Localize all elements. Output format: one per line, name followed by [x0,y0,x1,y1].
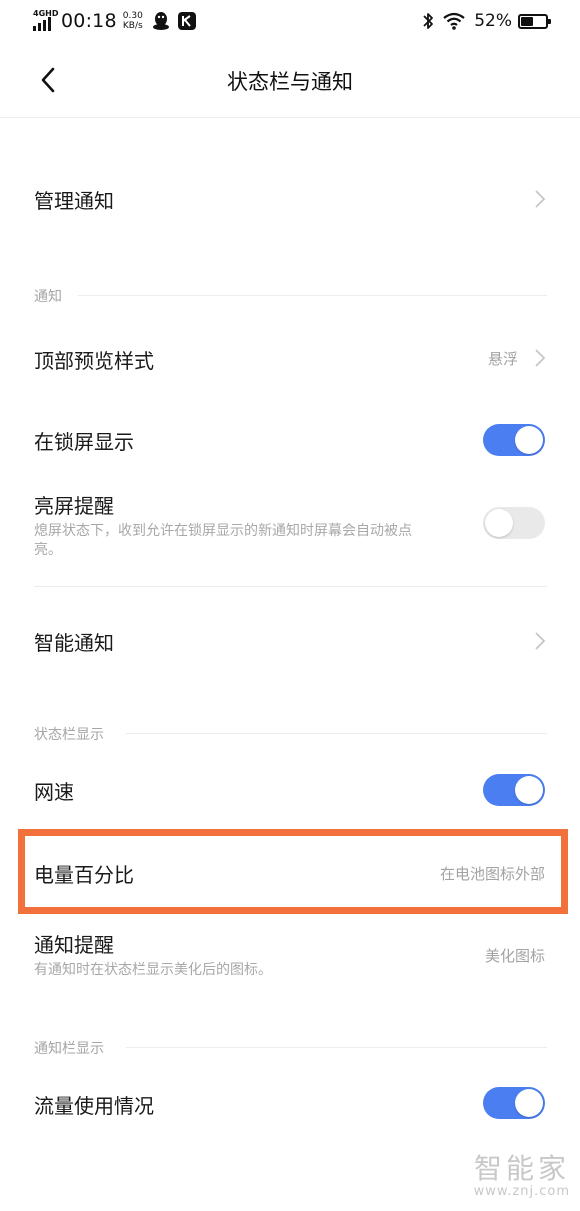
data-usage-row: 流量使用情况 [0,1064,580,1142]
page-header: 状态栏与通知 [0,40,580,118]
network-speed-row: 网速 [0,750,580,828]
network-speed-indicator: 0.30 KB/s [123,11,143,31]
chevron-right-icon [535,632,546,650]
battery-icon [518,13,551,29]
show-on-lock-screen-toggle[interactable] [483,424,545,456]
speed-unit: KB/s [122,21,143,31]
chevron-right-icon [535,349,546,367]
status-bar: 4GHD 00:18 0.30 KB/s 52% [0,0,580,40]
watermark-url: www.znj.com [473,1184,570,1199]
notification-reminder-description: 有通知时在状态栏显示美化后的图标。 [34,962,272,978]
highlight-box [18,829,568,914]
status-time: 00:18 [61,10,117,32]
battery-percent: 52% [474,11,512,31]
k-app-icon [177,12,196,30]
wake-screen-reminder-toggle[interactable] [483,507,545,539]
network-speed-label: 网速 [34,780,74,804]
page-title: 状态栏与通知 [227,70,353,94]
smart-notification-label: 智能通知 [34,631,114,655]
section-title-notification-bar-display: 通知栏显示 [34,1041,104,1057]
watermark-brand: 智能家 [473,1152,570,1185]
top-preview-style-label: 顶部预览样式 [34,349,154,373]
status-bar-right: 52% [422,8,551,34]
settings-page: 4GHD 00:18 0.30 KB/s 52% 状态栏与通知 管理通知 通知 … [0,0,580,1211]
chevron-right-icon [535,190,546,208]
wake-screen-reminder-description-line2: 亮。 [34,542,62,558]
data-usage-label: 流量使用情况 [34,1094,154,1118]
watermark: 智能家 www.znj.com [473,1152,570,1200]
section-title-notifications: 通知 [34,289,62,305]
smart-notification-row[interactable]: 智能通知 [0,600,580,682]
notification-reminder-label: 通知提醒 [34,933,114,957]
section-divider [126,733,547,734]
section-divider [126,1047,547,1048]
data-usage-toggle[interactable] [483,1087,545,1119]
status-bar-left: 4GHD 00:18 0.30 KB/s [33,8,204,34]
network-speed-toggle[interactable] [483,774,545,806]
battery-fill [521,16,533,26]
show-on-lock-screen-row: 在锁屏显示 [0,400,580,478]
manage-notifications-row[interactable]: 管理通知 [0,158,580,240]
show-on-lock-screen-label: 在锁屏显示 [34,430,134,454]
bluetooth-icon [422,11,434,31]
wake-screen-reminder-row: 亮屏提醒 熄屏状态下，收到允许在锁屏显示的新通知时屏幕会自动被点 亮。 [0,480,580,586]
notification-reminder-row[interactable]: 通知提醒 有通知时在状态栏显示美化后的图标。 美化图标 [0,915,580,995]
wake-screen-reminder-description-line1: 熄屏状态下，收到允许在锁屏显示的新通知时屏幕会自动被点 [34,523,412,539]
notification-reminder-value: 美化图标 [484,947,545,965]
wake-screen-reminder-label: 亮屏提醒 [34,494,114,518]
section-divider [78,295,547,296]
qq-penguin-icon [152,11,170,31]
speed-value: 0.30 [122,11,143,21]
row-divider [34,586,547,587]
section-title-status-bar-display: 状态栏显示 [34,727,104,743]
manage-notifications-label: 管理通知 [34,189,114,213]
wifi-icon [442,11,466,31]
top-preview-style-value: 悬浮 [487,350,518,368]
cellular-signal-icon: 4GHD [33,9,58,33]
top-preview-style-row[interactable]: 顶部预览样式 悬浮 [0,318,580,398]
